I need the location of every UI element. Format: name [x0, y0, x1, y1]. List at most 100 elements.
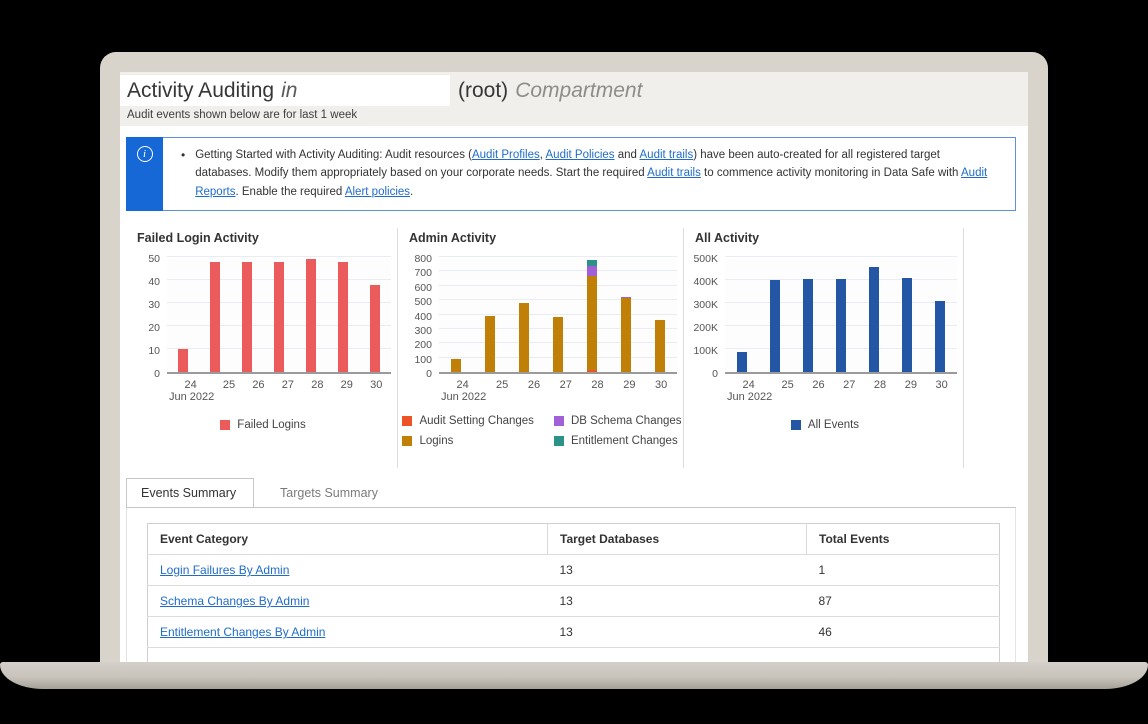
bar-segment-audit-setting-changes — [587, 370, 597, 372]
bar-25[interactable] — [210, 262, 220, 372]
y-tick-label: 20 — [148, 322, 160, 334]
info-icon: i — [137, 146, 153, 162]
chart-title: All Activity — [695, 231, 957, 245]
x-tick-label: 28 — [303, 379, 332, 403]
table-row: Schema Changes By Admin1387 — [148, 586, 1000, 617]
y-tick-label: 300 — [414, 325, 432, 337]
legend-label: Failed Logins — [237, 419, 305, 431]
bar-29[interactable] — [621, 297, 631, 372]
legend-label: Entitlement Changes — [571, 435, 678, 447]
column-header-target-databases[interactable]: Target Databases — [548, 524, 807, 555]
bar-26[interactable] — [803, 279, 813, 372]
table-row: Login Failures By Admin131 — [148, 555, 1000, 586]
y-axis: 0100200300400500600700800 — [407, 259, 439, 374]
x-tick-label: 28 — [865, 379, 896, 403]
bar-27[interactable] — [553, 317, 563, 372]
bar-slot — [575, 259, 609, 372]
banner-link-audit-policies[interactable]: Audit Policies — [546, 149, 615, 161]
bar-24[interactable] — [737, 352, 747, 372]
bar-slot — [891, 259, 924, 372]
banner-link-audit-profiles[interactable]: Audit Profiles — [472, 149, 540, 161]
title-redaction-box: Activity Auditing in — [120, 75, 450, 106]
y-tick-label: 200 — [414, 339, 432, 351]
event-category-link[interactable]: Login Failures By Admin — [160, 563, 289, 577]
bar-segment-failed-logins — [210, 262, 220, 372]
bar-30[interactable] — [655, 320, 665, 372]
bar-29[interactable] — [902, 278, 912, 372]
bar-30[interactable] — [935, 301, 945, 372]
column-header-event-category[interactable]: Event Category — [148, 524, 548, 555]
bar-26[interactable] — [519, 303, 529, 372]
total-events-cell: 87 — [807, 586, 1000, 617]
chart-admin-activity: Admin Activity01002003004005006007008002… — [398, 228, 684, 468]
y-axis: 01020304050 — [135, 259, 167, 374]
y-tick-label: 40 — [148, 276, 160, 288]
banner-link-audit-reports[interactable]: Audit Reports — [195, 167, 987, 197]
legend-label: DB Schema Changes — [571, 415, 682, 427]
x-tick-label: 24Jun 2022 — [167, 379, 214, 403]
x-tick-label: 29 — [613, 379, 645, 403]
info-banner-accent: i — [126, 137, 163, 211]
x-tick-label: 30 — [926, 379, 957, 403]
x-tick-label: 27 — [273, 379, 302, 403]
legend-swatch-icon — [402, 416, 412, 426]
bar-27[interactable] — [836, 279, 846, 372]
y-tick-label: 0 — [426, 368, 432, 380]
total-events-cell: 46 — [807, 617, 1000, 648]
bar-25[interactable] — [485, 316, 495, 372]
x-axis-labels: 24Jun 2022252627282930 — [167, 379, 391, 403]
bar-segment-failed-logins — [306, 259, 316, 372]
bar-28[interactable] — [869, 267, 879, 372]
chart-legend: Audit Setting ChangesDB Schema ChangesLo… — [407, 415, 677, 447]
table-header-row: Event CategoryTarget DatabasesTotal Even… — [148, 524, 1000, 555]
y-tick-label: 200K — [693, 322, 718, 334]
legend-item-failed-logins: Failed Logins — [220, 419, 305, 431]
bar-slot — [824, 259, 857, 372]
tab-events-summary[interactable]: Events Summary — [126, 478, 254, 507]
chart-title: Admin Activity — [409, 231, 677, 245]
bar-segment-all-events — [737, 352, 747, 372]
bar-25[interactable] — [770, 280, 780, 372]
banner-link-audit-trails[interactable]: Audit trails — [647, 167, 701, 179]
plot-area — [167, 259, 391, 374]
legend-item-audit-setting-changes: Audit Setting Changes — [402, 415, 533, 427]
y-tick-label: 100 — [414, 354, 432, 366]
legend-item-all-events: All Events — [791, 419, 859, 431]
chart-title: Failed Login Activity — [137, 231, 391, 245]
bar-24[interactable] — [451, 359, 461, 372]
event-category-link[interactable]: Schema Changes By Admin — [160, 594, 309, 608]
bar-slot — [758, 259, 791, 372]
tab-targets-summary[interactable]: Targets Summary — [254, 478, 404, 507]
column-header-total-events[interactable]: Total Events — [807, 524, 1000, 555]
y-tick-label: 800 — [414, 253, 432, 265]
gridline — [167, 256, 391, 257]
banner-link-alert-policies[interactable]: Alert policies — [345, 186, 410, 198]
bar-26[interactable] — [242, 262, 252, 372]
bar-28[interactable] — [587, 260, 597, 372]
banner-link-audit-trails[interactable]: Audit trails — [640, 149, 694, 161]
bar-28[interactable] — [306, 259, 316, 372]
y-tick-label: 500K — [693, 253, 718, 265]
bar-30[interactable] — [370, 285, 380, 372]
page-header: Activity Auditing in (root) Compartment … — [120, 72, 1028, 126]
bar-segment-all-events — [770, 280, 780, 372]
bar-27[interactable] — [274, 262, 284, 372]
y-tick-label: 0 — [712, 368, 718, 380]
legend-label: All Events — [808, 419, 859, 431]
title-conjunction: in — [281, 79, 297, 103]
event-category-link[interactable]: Entitlement Changes By Admin — [160, 625, 325, 639]
laptop-screen-frame: Activity Auditing in (root) Compartment … — [100, 52, 1048, 662]
banner-text: Getting Started with Activity Auditing: … — [195, 146, 999, 204]
bar-29[interactable] — [338, 262, 348, 372]
bars — [167, 259, 391, 372]
y-axis: 0100K200K300K400K500K — [693, 259, 725, 374]
bar-slot — [473, 259, 507, 372]
total-events-cell: 1 — [807, 555, 1000, 586]
plot-area — [439, 259, 677, 374]
charts-row: Failed Login Activity0102030405024Jun 20… — [126, 228, 1022, 468]
bar-24[interactable] — [178, 349, 188, 372]
bar-slot — [643, 259, 677, 372]
bar-slot — [725, 259, 758, 372]
compartment-suffix: Compartment — [515, 79, 642, 103]
y-tick-label: 10 — [148, 345, 160, 357]
